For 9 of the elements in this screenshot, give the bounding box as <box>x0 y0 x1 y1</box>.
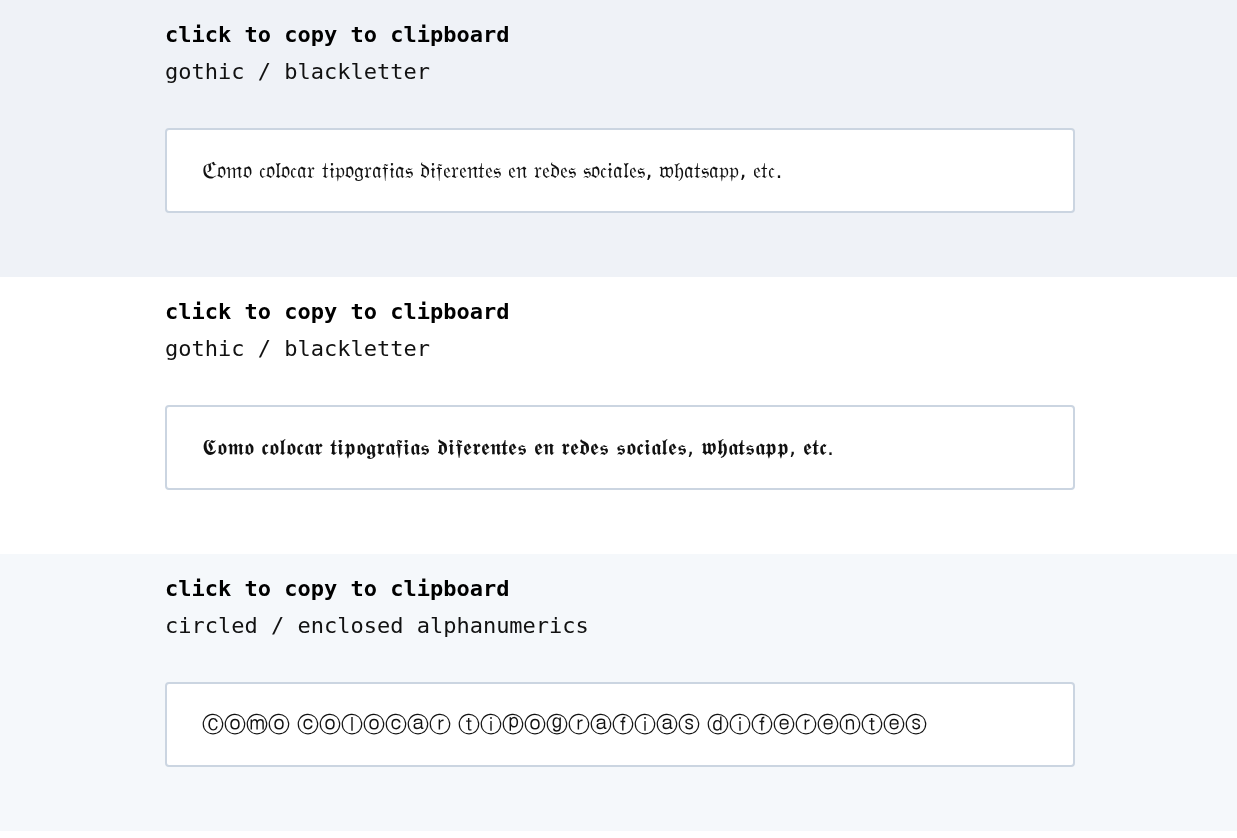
section-heading: click to copy to clipboard <box>165 21 511 49</box>
style-name: gothic / blackletter <box>165 335 431 363</box>
section-heading: click to copy to clipboard <box>165 298 511 326</box>
section-heading: click to copy to clipboard <box>165 575 511 603</box>
copy-text-button[interactable]: 𝕮𝖔𝖒𝖔 𝖈𝖔𝖑𝖔𝖈𝖆𝖗 𝖙𝖎𝖕𝖔𝖌𝖗𝖆𝖋𝖎𝖆𝖘 𝖉𝖎𝖋𝖊𝖗𝖊𝖓𝖙𝖊𝖘 𝖊𝖓 𝖗𝖊𝖉𝖊𝖘 𝖘𝖔𝖈𝖎𝖆𝖑𝖊𝖘, 𝖜𝖍𝖆𝖙𝖘𝖆𝖕𝖕, 𝖊𝖙𝖈. <box>165 405 1075 490</box>
copy-text-button[interactable]: ℭ𝔬𝔪𝔬 𝔠𝔬𝔩𝔬𝔠𝔞𝔯 𝔱𝔦𝔭𝔬𝔤𝔯𝔞𝔣𝔦𝔞𝔰 𝔡𝔦𝔣𝔢𝔯𝔢𝔫𝔱𝔢𝔰 𝔢𝔫 𝔯𝔢𝔡𝔢𝔰 𝔰𝔬𝔠𝔦𝔞𝔩𝔢𝔰, 𝔴𝔥𝔞𝔱𝔰𝔞𝔭𝔭, 𝔢𝔱𝔠. <box>165 128 1075 213</box>
style-name: gothic / blackletter <box>165 58 431 86</box>
copy-text-button[interactable]: Ⓒⓞⓜⓞ ⓒⓞⓛⓞⓒⓐⓡ ⓣⓘⓟⓞⓖⓡⓐⓕⓘⓐⓢ ⓓⓘⓕⓔⓡⓔⓝⓣⓔⓢ <box>165 682 1075 767</box>
style-name: circled / enclosed alphanumerics <box>165 612 590 640</box>
